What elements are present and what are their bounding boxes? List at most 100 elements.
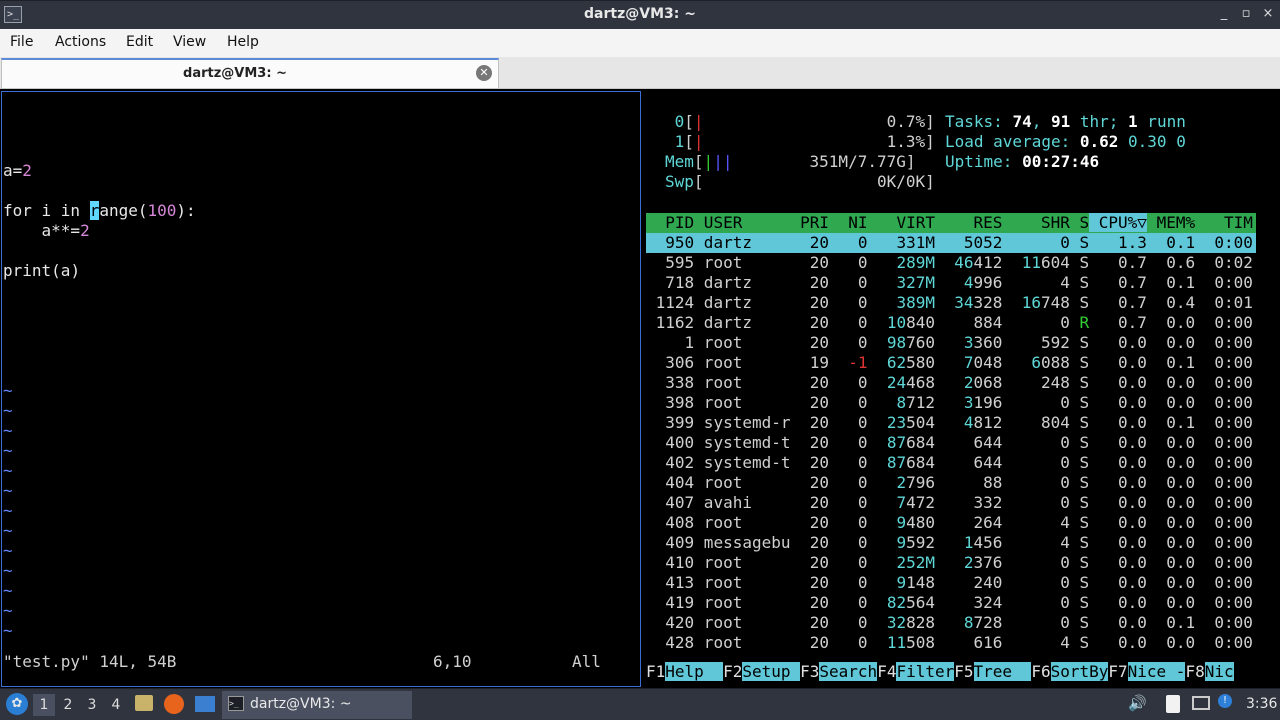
table-cell: 32828 (868, 613, 935, 632)
function-key-label[interactable]: Help (665, 662, 724, 681)
meter-text: [ (693, 152, 704, 171)
process-row[interactable]: 404 root 20 0 2796 88 0 S 0.0 0.0 0:00 (646, 473, 1253, 493)
table-cell: 0 (829, 473, 868, 492)
process-row[interactable]: 399 systemd-r 20 0 23504 4812 804 S 0.0 … (646, 413, 1253, 433)
display-icon[interactable] (1192, 696, 1210, 710)
menu-view[interactable]: View (173, 34, 206, 50)
table-cell: 23504 (868, 413, 935, 432)
table-cell: 409 (646, 533, 695, 552)
function-key[interactable]: F3 (800, 662, 819, 681)
desktop-3-button[interactable]: 3 (81, 694, 103, 716)
process-row[interactable]: 950 dartz 20 0 331M 5052 0 S 1.3 0.1 0:0… (646, 233, 1253, 253)
menu-help[interactable]: Help (227, 34, 259, 50)
desktop-1-button[interactable]: 1 (33, 694, 55, 716)
function-key[interactable]: F6 (1031, 662, 1050, 681)
function-key[interactable]: F5 (954, 662, 973, 681)
close-button[interactable]: × (1260, 6, 1276, 21)
table-cell: systemd-t (694, 453, 791, 472)
process-row[interactable]: 407 avahi 20 0 7472 332 0 S 0.0 0.0 0:00 (646, 493, 1253, 513)
process-row[interactable]: 409 messagebu 20 0 9592 1456 4 S 0.0 0.0… (646, 533, 1253, 553)
table-cell-part: 812 (973, 413, 1003, 432)
menu-edit[interactable]: Edit (126, 34, 153, 50)
taskbar-task-label: dartz@VM3: ~ (250, 696, 352, 712)
table-cell: 0 (829, 613, 868, 632)
table-cell-part: 6 (1002, 353, 1041, 372)
firefox-icon[interactable] (164, 694, 184, 714)
process-row[interactable]: 420 root 20 0 32828 8728 0 S 0.0 0.1 0:0… (646, 613, 1253, 633)
table-cell: 0:00 (1195, 393, 1253, 412)
table-cell: root (694, 593, 791, 612)
taskbar-task-terminal[interactable]: >_ dartz@VM3: ~ (222, 691, 412, 719)
process-row[interactable]: 306 root 19 -1 62580 7048 6088 S 0.0 0.1… (646, 353, 1253, 373)
process-row[interactable]: 1124 dartz 20 0 389M 34328 16748 S 0.7 0… (646, 293, 1253, 313)
function-key[interactable]: F7 (1108, 662, 1127, 681)
process-row[interactable]: 413 root 20 0 9148 240 0 S 0.0 0.0 0:00 (646, 573, 1253, 593)
function-key[interactable]: F8 (1185, 662, 1204, 681)
table-cell: 0 (829, 573, 868, 592)
function-key[interactable]: F4 (877, 662, 896, 681)
function-key-label[interactable]: Filter (896, 662, 955, 681)
table-cell: 0 (829, 233, 868, 252)
function-key[interactable]: F1 (646, 662, 665, 681)
function-key-label[interactable]: Setup (742, 662, 801, 681)
file-manager-icon[interactable] (135, 695, 153, 711)
function-key[interactable]: F2 (723, 662, 742, 681)
vim-pane[interactable]: a=2 for i in range(100): a**=2 print(a) ~ ~ ~… (1, 91, 641, 687)
process-row[interactable]: 408 root 20 0 9480 264 4 S 0.0 0.0 0:00 (646, 513, 1253, 533)
minimize-button[interactable]: _ (1216, 6, 1232, 21)
function-key-bar: F1Help F2Setup F3SearchF4FilterF5Tree F6… (646, 662, 1234, 682)
table-cell: S (1069, 273, 1090, 292)
desktop-4-button[interactable]: 4 (105, 694, 127, 716)
table-cell: systemd-r (694, 413, 791, 432)
terminal-area[interactable]: a=2 for i in range(100): a**=2 print(a) ~ ~ ~… (0, 89, 1280, 688)
function-key-label[interactable]: SortBy (1050, 662, 1109, 681)
clock[interactable]: 3:36 (1246, 696, 1277, 712)
column-header: USER (694, 213, 791, 232)
table-cell: 0.0 (1146, 513, 1196, 532)
process-row[interactable]: 402 systemd-t 20 0 87684 644 0 S 0.0 0.0… (646, 453, 1253, 473)
window-titlebar: >_ dartz@VM3: ~ _ ▫ × (0, 0, 1280, 29)
table-cell: 419 (646, 593, 695, 612)
process-row[interactable]: 718 dartz 20 0 327M 4996 4 S 0.7 0.1 0:0… (646, 273, 1253, 293)
volume-icon[interactable]: 🔊 (1128, 694, 1147, 712)
table-cell: 0 (829, 293, 868, 312)
table-cell: 0.0 (1146, 533, 1196, 552)
update-notification-icon[interactable]: ! (1218, 694, 1232, 708)
column-header: PRI (790, 213, 830, 232)
tab-close-icon[interactable]: ✕ (476, 65, 492, 81)
meter-text: runn (1137, 112, 1186, 131)
function-key-label[interactable]: Nic (1204, 662, 1234, 681)
process-row[interactable]: 1162 dartz 20 0 10840 884 0 R 0.7 0.0 0:… (646, 313, 1253, 333)
show-desktop-icon[interactable] (195, 696, 215, 712)
table-cell: 0 (829, 413, 868, 432)
table-cell: 0.0 (1089, 493, 1147, 512)
process-row[interactable]: 428 root 20 0 11508 616 4 S 0.0 0.0 0:00 (646, 633, 1253, 653)
clipboard-icon[interactable] (1166, 695, 1180, 713)
table-cell-part: 376 (973, 553, 1003, 572)
process-row[interactable]: 398 root 20 0 8712 3196 0 S 0.0 0.0 0:00 (646, 393, 1253, 413)
function-key-label[interactable]: Nice - (1127, 662, 1186, 681)
table-cell: S (1069, 553, 1090, 572)
desktop-2-button[interactable]: 2 (57, 694, 79, 716)
table-cell: 0.0 (1089, 633, 1147, 652)
terminal-tab[interactable]: dartz@VM3: ~ ✕ (1, 58, 499, 88)
maximize-button[interactable]: ▫ (1238, 6, 1254, 21)
table-cell: 592 (1002, 333, 1070, 352)
process-row[interactable]: 595 root 20 0 289M 46412 11604 S 0.7 0.6… (646, 253, 1253, 273)
htop-pane[interactable]: 0[| 0.7%] 1[| 1.3%] Mem[||| 351M/7.77G] Sw… (644, 91, 1280, 687)
process-row[interactable]: 400 systemd-t 20 0 87684 644 0 S 0.0 0.0… (646, 433, 1253, 453)
vim-code-line: a=2 (3, 161, 32, 181)
process-row[interactable]: 419 root 20 0 82564 324 0 S 0.0 0.0 0:00 (646, 593, 1253, 613)
table-cell: S (1069, 293, 1090, 312)
process-row[interactable]: 1 root 20 0 98760 3360 592 S 0.0 0.0 0:0… (646, 333, 1253, 353)
function-key-label[interactable]: Tree (973, 662, 1032, 681)
menu-file[interactable]: File (10, 34, 33, 50)
menu-actions[interactable]: Actions (55, 34, 106, 50)
table-cell: 10840 (868, 313, 935, 332)
start-menu-icon[interactable]: ✿ (6, 693, 28, 715)
process-row[interactable]: 410 root 20 0 252M 2376 0 S 0.0 0.0 0:00 (646, 553, 1253, 573)
function-key-label[interactable]: Search (819, 662, 878, 681)
vim-code-line: for i in range(100): (3, 201, 196, 221)
process-table-header[interactable]: PID USER PRI NI VIRT RES SHR S CPU%▽ MEM… (646, 213, 1253, 233)
process-row[interactable]: 338 root 20 0 24468 2068 248 S 0.0 0.0 0… (646, 373, 1253, 393)
